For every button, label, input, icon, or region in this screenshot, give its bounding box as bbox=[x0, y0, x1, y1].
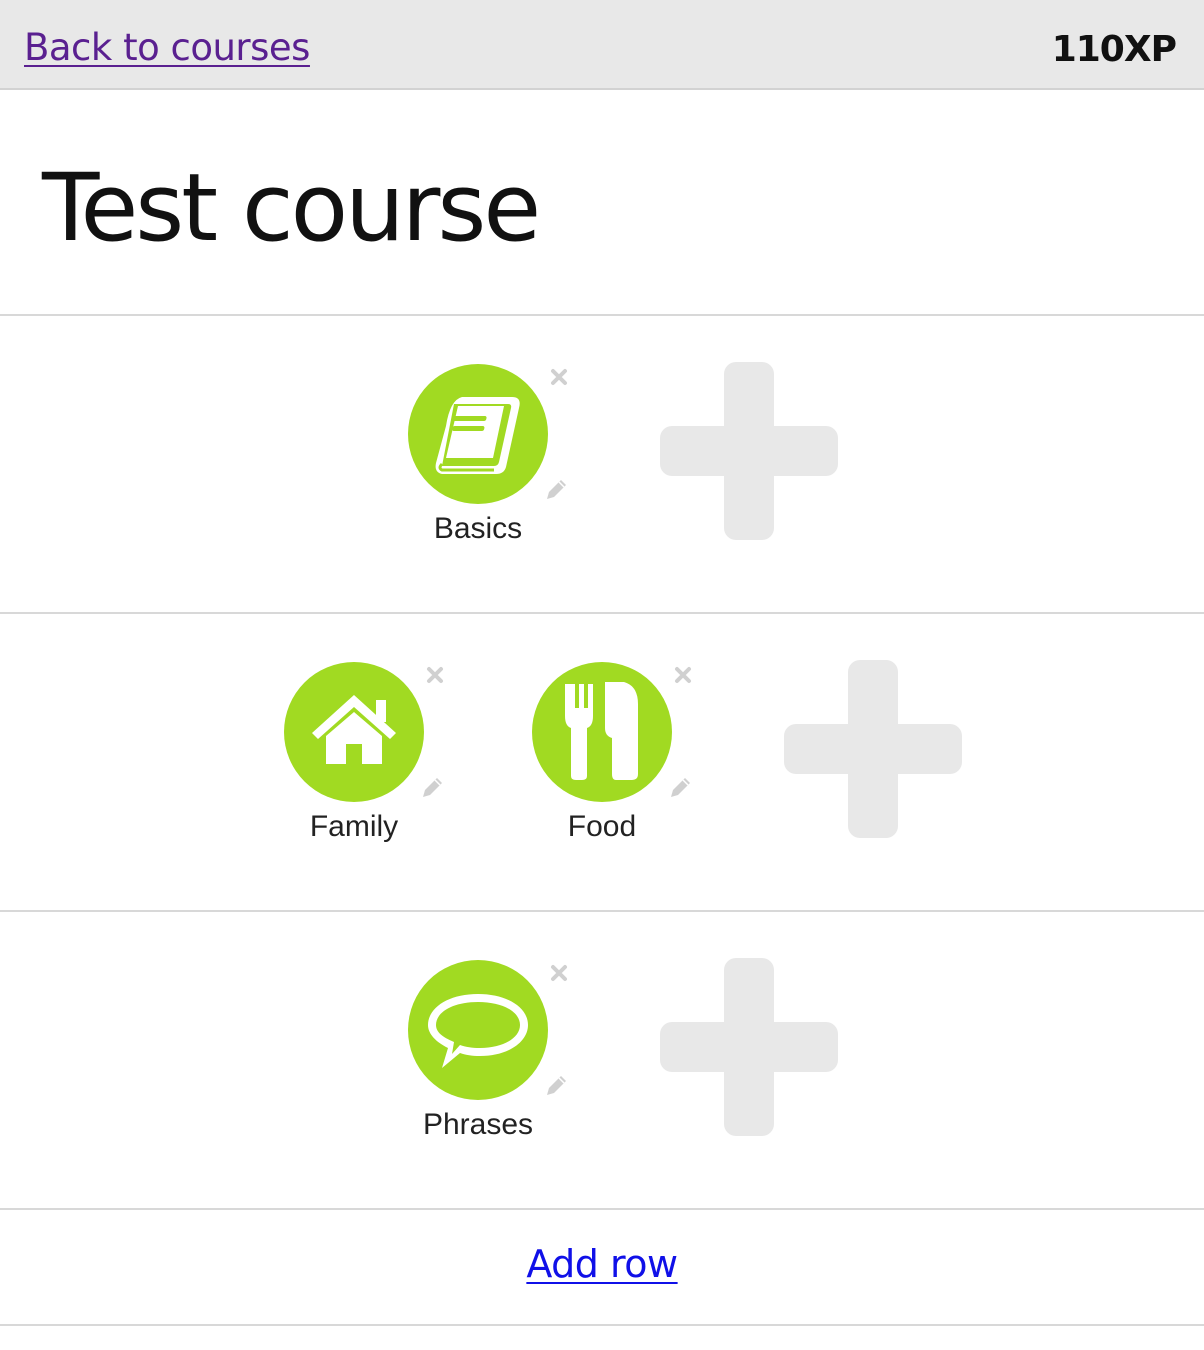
xp-counter: 110XP bbox=[1051, 29, 1177, 70]
delete-skill-icon[interactable] bbox=[672, 664, 694, 686]
skill-item: Food bbox=[532, 662, 722, 862]
delete-skill-icon[interactable] bbox=[548, 366, 570, 388]
skill-row: Phrases bbox=[0, 912, 1204, 1210]
top-bar: Back to courses 110XP bbox=[0, 0, 1204, 90]
skill-label: Food bbox=[567, 810, 637, 843]
book-icon bbox=[435, 397, 520, 474]
house-icon bbox=[312, 695, 396, 764]
add-skill-button[interactable] bbox=[660, 362, 838, 540]
delete-skill-icon[interactable] bbox=[548, 962, 570, 984]
delete-skill-icon[interactable] bbox=[424, 664, 446, 686]
fork-knife-icon bbox=[565, 682, 638, 780]
skill-label: Basics bbox=[433, 512, 523, 545]
skill-label: Family bbox=[309, 810, 399, 843]
skill-row: Family Food bbox=[0, 614, 1204, 912]
add-row-link[interactable]: Add row bbox=[526, 1242, 678, 1286]
skill-label: Phrases bbox=[422, 1108, 534, 1141]
skill-button-basics[interactable] bbox=[408, 364, 548, 504]
back-to-courses-link[interactable]: Back to courses bbox=[24, 24, 310, 72]
course-header: Test course bbox=[0, 90, 1204, 316]
skill-button-family[interactable] bbox=[284, 662, 424, 802]
skill-item: Phrases bbox=[408, 960, 598, 1160]
add-row-section: Add row bbox=[0, 1210, 1204, 1326]
skill-button-food[interactable] bbox=[532, 662, 672, 802]
add-skill-button[interactable] bbox=[784, 660, 962, 838]
edit-skill-icon[interactable] bbox=[543, 1073, 569, 1099]
edit-skill-icon[interactable] bbox=[667, 775, 693, 801]
skill-item: Family bbox=[284, 662, 474, 862]
page-title: Test course bbox=[42, 154, 541, 263]
edit-skill-icon[interactable] bbox=[543, 477, 569, 503]
skill-item: Basics bbox=[408, 364, 598, 564]
edit-skill-icon[interactable] bbox=[419, 775, 445, 801]
add-skill-button[interactable] bbox=[660, 958, 838, 1136]
skill-button-phrases[interactable] bbox=[408, 960, 548, 1100]
skill-row: Basics bbox=[0, 316, 1204, 614]
speech-bubble-icon bbox=[428, 994, 528, 1068]
